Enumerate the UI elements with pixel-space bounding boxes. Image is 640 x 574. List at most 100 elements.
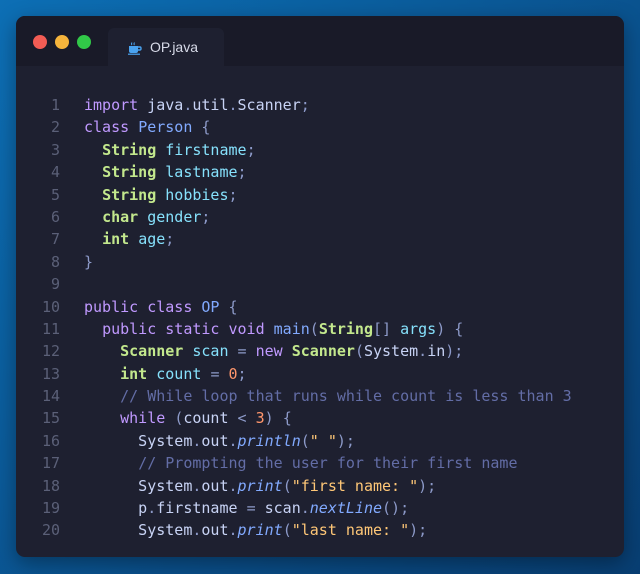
code-token: ( <box>174 409 184 428</box>
code-token: scan <box>192 342 229 361</box>
code-token: java <box>138 96 184 114</box>
code-token: out <box>201 521 229 540</box>
code-line: 20 System.out.print("last name: "); <box>16 519 624 541</box>
code-token: import <box>84 96 139 114</box>
line-number: 10 <box>41 297 60 316</box>
code-text: while (count < 3) { <box>84 407 292 429</box>
code-line: 10 public class OP { <box>16 296 624 318</box>
code-token: 0 <box>228 364 238 383</box>
tab-op-java[interactable]: OP.java <box>108 28 224 66</box>
code-token: age <box>138 230 166 249</box>
code-window: OP.java 1 import java.util.Scanner; 2 class… <box>16 16 624 557</box>
code-text: String lastname; <box>84 161 247 183</box>
line-number: 16 <box>41 431 60 450</box>
code-text: public static void main(String[] args) { <box>84 318 463 340</box>
code-token: ; <box>246 140 256 159</box>
code-token: . <box>147 499 157 518</box>
code-token: System <box>363 342 419 361</box>
code-token: count <box>156 364 202 383</box>
code-token: String <box>102 185 157 204</box>
code-token: 3 <box>255 409 265 428</box>
code-token: OP <box>201 297 220 316</box>
code-token: System <box>84 476 193 495</box>
line-number: 5 <box>50 185 60 204</box>
code-token: ); <box>409 521 428 540</box>
code-token: print <box>237 476 283 495</box>
code-token: int <box>120 364 148 383</box>
line-number: 4 <box>50 163 60 182</box>
code-line: 5 String hobbies; <box>16 184 624 206</box>
code-line: 2 class Person { <box>16 116 624 138</box>
code-text: // Prompting the user for their first na… <box>84 452 517 474</box>
code-token: count <box>183 409 238 428</box>
code-token: ; <box>228 185 238 204</box>
close-dot[interactable] <box>33 35 47 49</box>
code-text: String firstname; <box>84 139 256 161</box>
line-number: 13 <box>41 364 60 383</box>
code-token: . <box>228 476 238 495</box>
code-token: class <box>147 297 193 316</box>
code-token: . <box>300 499 310 518</box>
code-token: Scanner <box>237 96 301 114</box>
code-token: ; <box>300 96 310 114</box>
code-token: } <box>84 252 94 271</box>
code-token: firstname <box>156 499 247 518</box>
code-token: main <box>273 319 310 338</box>
code-line: 9 <box>16 273 624 295</box>
code-token: println <box>237 431 301 450</box>
code-token: = <box>246 499 256 518</box>
code-token: ( <box>309 319 319 338</box>
code-token: Person <box>138 118 193 137</box>
code-token: "first name: " <box>291 476 419 495</box>
code-token: { <box>454 319 464 338</box>
code-line: 6 char gender; <box>16 206 624 228</box>
maximize-dot[interactable] <box>77 35 91 49</box>
code-token: void <box>228 319 265 338</box>
code-line: 11 public static void main(String[] args… <box>16 318 624 340</box>
code-text: Scanner scan = new Scanner(System.in); <box>84 340 463 362</box>
code-token: = <box>237 342 247 361</box>
line-number: 19 <box>41 499 60 518</box>
code-token: int <box>102 230 130 249</box>
line-number: 8 <box>50 252 60 271</box>
code-text: // While loop that runs while count is l… <box>84 385 572 407</box>
code-token: < <box>237 409 247 428</box>
code-editor[interactable]: 1 import java.util.Scanner; 2 class Person … <box>16 94 624 542</box>
code-token: { <box>201 118 211 137</box>
code-token: scan <box>255 499 301 518</box>
code-text: char gender; <box>84 206 210 228</box>
code-token: System <box>84 521 193 540</box>
code-token: String <box>102 163 157 182</box>
code-token: in <box>427 342 446 361</box>
code-token: out <box>201 431 229 450</box>
code-token: ( <box>300 431 310 450</box>
code-token: // While loop that runs while count is l… <box>120 387 572 406</box>
code-token: . <box>228 431 238 450</box>
line-number: 20 <box>41 521 60 540</box>
java-cup-icon <box>128 40 142 55</box>
code-text: class Person { <box>84 116 210 138</box>
code-token: ( <box>282 521 292 540</box>
code-token: (); <box>382 499 410 518</box>
code-text: } <box>84 251 93 273</box>
minimize-dot[interactable] <box>55 35 69 49</box>
code-line: 3 String firstname; <box>16 139 624 161</box>
